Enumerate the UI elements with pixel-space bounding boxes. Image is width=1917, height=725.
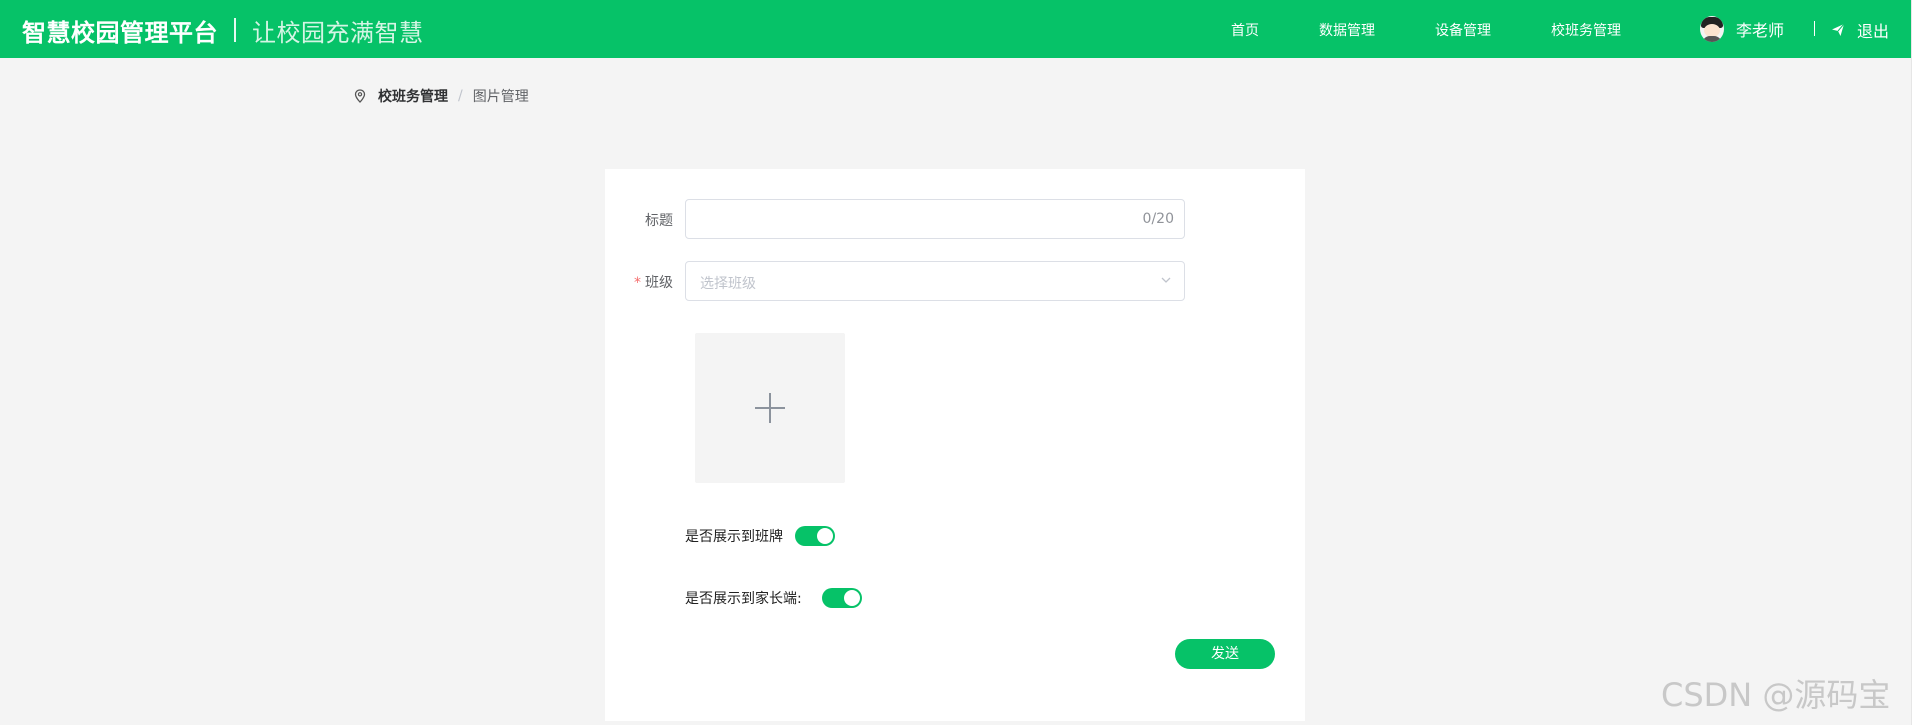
page-scrollbar[interactable]: [1911, 0, 1917, 725]
toggle-knob: [817, 528, 833, 544]
chevron-down-icon: [1161, 277, 1171, 283]
title-label: 标题: [645, 213, 673, 229]
title-char-count: 0/20: [1142, 211, 1174, 227]
class-label: * 班级: [634, 272, 673, 292]
user-name: 李老师: [1736, 21, 1785, 40]
class-label-text: 班级: [645, 275, 673, 291]
nav-item-home[interactable]: 首页: [1231, 20, 1259, 40]
logout-button[interactable]: 退出: [1831, 18, 1889, 42]
required-mark: *: [634, 275, 641, 291]
image-form-panel: 标题 0/20 * 班级 选择班级 是否展示到班牌 是否展示到家长端: 发送: [605, 169, 1305, 721]
show-on-board-label: 是否展示到班牌: [685, 529, 783, 545]
title-input[interactable]: 0/20: [685, 199, 1185, 239]
show-to-parents-toggle[interactable]: [822, 588, 862, 608]
show-to-parents-label: 是否展示到家长端:: [685, 591, 802, 607]
user-menu[interactable]: 李老师: [1700, 13, 1784, 45]
logout-label: 退出: [1857, 22, 1890, 41]
brand-slogan: 让校园充满智慧: [252, 18, 424, 47]
header-divider: [1814, 21, 1815, 36]
send-icon: [1832, 23, 1845, 36]
toggle-knob: [844, 590, 860, 606]
plus-icon: [755, 393, 785, 423]
avatar: [1700, 16, 1724, 42]
breadcrumb-current: 图片管理: [472, 89, 529, 105]
brand: 智慧校园管理平台 让校园充满智慧: [22, 14, 424, 47]
location-pin-icon: [354, 89, 366, 103]
nav-item-device-management[interactable]: 设备管理: [1435, 20, 1491, 40]
brand-divider: [234, 18, 236, 42]
breadcrumb-separator: /: [458, 88, 463, 104]
watermark: CSDN @源码宝: [1661, 676, 1891, 714]
brand-title: 智慧校园管理平台: [22, 18, 218, 47]
nav-item-data-management[interactable]: 数据管理: [1319, 20, 1375, 40]
breadcrumb: 校班务管理 / 图片管理: [354, 86, 529, 106]
breadcrumb-root[interactable]: 校班务管理: [378, 86, 448, 106]
send-button[interactable]: 发送: [1175, 639, 1275, 669]
show-on-board-toggle[interactable]: [795, 526, 835, 546]
class-select[interactable]: 选择班级: [685, 261, 1185, 301]
nav-item-school-class-affairs[interactable]: 校班务管理: [1551, 20, 1621, 40]
image-upload-button[interactable]: [695, 333, 845, 483]
class-select-placeholder: 选择班级: [700, 276, 756, 292]
top-header: 智慧校园管理平台 让校园充满智慧 首页 数据管理 设备管理 校班务管理 李老师 …: [0, 0, 1911, 58]
